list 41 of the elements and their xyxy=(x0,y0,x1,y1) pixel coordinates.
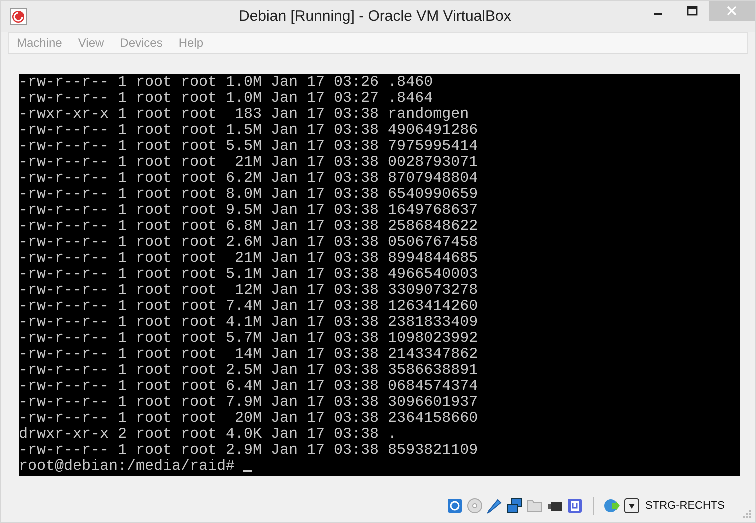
terminal-line: -rw-r--r-- 1 root root 1.5M Jan 17 03:38 4906491286 xyxy=(19,123,478,139)
terminal-line: -rw-r--r-- 1 root root 2.5M Jan 17 03:38 3586638891 xyxy=(19,363,478,379)
text-cursor xyxy=(243,470,252,472)
app-logo-icon xyxy=(10,8,27,25)
minimize-icon xyxy=(654,13,662,15)
terminal-line: -rw-r--r-- 1 root root 7.4M Jan 17 03:38 1263414260 xyxy=(19,299,478,315)
terminal-line: -rw-r--r-- 1 root root 5.7M Jan 17 03:38 1098023992 xyxy=(19,331,478,347)
shell-prompt: root@debian:/media/raid# xyxy=(19,459,236,475)
terminal-line: -rw-r--r-- 1 root root 1.0M Jan 17 03:27 .8464 xyxy=(19,91,434,107)
terminal-line: -rw-r--r-- 1 root root 12M Jan 17 03:38 3309073278 xyxy=(19,283,478,299)
usb-pen-icon[interactable] xyxy=(486,498,503,514)
terminal-line: -rwxr-xr-x 1 root root 183 Jan 17 03:38 randomgen xyxy=(19,107,470,123)
network-icon[interactable] xyxy=(506,498,523,514)
close-icon xyxy=(727,6,737,16)
terminal-line: -rw-r--r-- 1 root root 6.2M Jan 17 03:38 8707948804 xyxy=(19,171,478,187)
terminal-line: -rw-r--r-- 1 root root 1.0M Jan 17 03:26 .8460 xyxy=(19,75,434,91)
terminal-line: -rw-r--r-- 1 root root 20M Jan 17 03:38 2364158660 xyxy=(19,411,478,427)
terminal-line: -rw-r--r-- 1 root root 6.4M Jan 17 03:38 0684574374 xyxy=(19,379,478,395)
host-key-label: STRG-RECHTS xyxy=(646,500,725,512)
terminal-line: -rw-r--r-- 1 root root 5.1M Jan 17 03:38 4966540003 xyxy=(19,267,478,283)
terminal-line: -rw-r--r-- 1 root root 9.5M Jan 17 03:38 1649768637 xyxy=(19,203,478,219)
terminal-line: -rw-r--r-- 1 root root 5.5M Jan 17 03:38 7975995414 xyxy=(19,139,478,155)
terminal-line: -rw-r--r-- 1 root root 4.1M Jan 17 03:38 2381833409 xyxy=(19,315,478,331)
terminal-line: drwxr-xr-x 2 root root 4.0K Jan 17 03:38 . xyxy=(19,427,398,443)
resize-grip-icon[interactable] xyxy=(742,509,751,518)
menu-item[interactable]: View xyxy=(78,36,112,50)
terminal-line: -rw-r--r-- 1 root root 7.9M Jan 17 03:38 3096601937 xyxy=(19,395,478,411)
menu-item[interactable]: Devices xyxy=(120,36,171,50)
terminal-line: -rw-r--r-- 1 root root 6.8M Jan 17 03:38 2586848622 xyxy=(19,219,478,235)
terminal-line: -rw-r--r-- 1 root root 21M Jan 17 03:38 0028793071 xyxy=(19,155,478,171)
terminal-line: -rw-r--r-- 1 root root 14M Jan 17 03:38 2143347862 xyxy=(19,347,478,363)
menu-item[interactable]: Help xyxy=(178,36,212,50)
window-title: Debian [Running] - Oracle VM VirtualBox xyxy=(239,8,512,25)
chip-icon[interactable] xyxy=(566,498,583,514)
terminal-line: -rw-r--r-- 1 root root 8.0M Jan 17 03:38 6540990659 xyxy=(19,187,478,203)
menu-item[interactable]: Machine xyxy=(17,36,70,50)
maximize-icon xyxy=(686,6,698,16)
terminal-line: -rw-r--r-- 1 root root 2.6M Jan 17 03:38 0506767458 xyxy=(19,235,478,251)
terminal-line: -rw-r--r-- 1 root root 21M Jan 17 03:38 8994844685 xyxy=(19,251,478,267)
down-arrow-key-icon[interactable] xyxy=(624,498,640,514)
terminal-line: -rw-r--r-- 1 root root 2.9M Jan 17 03:38 8593821109 xyxy=(19,443,478,459)
